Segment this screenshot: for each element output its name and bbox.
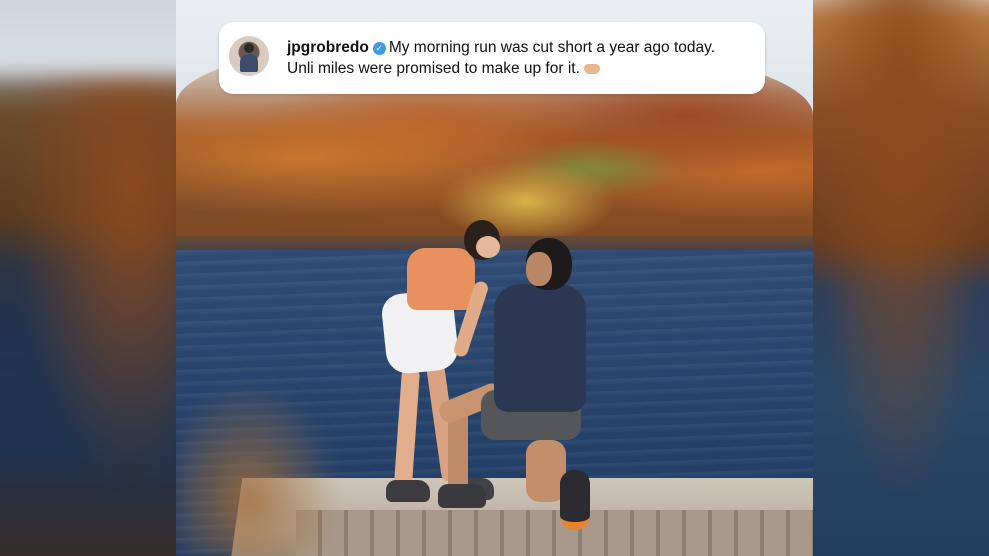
woman-shirt	[407, 248, 475, 310]
dock-planks	[296, 510, 813, 556]
woman-face	[476, 236, 500, 258]
verified-badge-icon: ✓	[372, 42, 386, 55]
instagram-caption-card: jpgrobredo ✓ My morning run was cut short …	[219, 22, 765, 94]
man-shoe	[560, 470, 590, 530]
caption-line-1: My morning run was cut short a year ago …	[388, 39, 716, 56]
foreground-foliage	[176, 360, 356, 556]
avatar-body	[240, 54, 258, 72]
avatar-head	[244, 43, 254, 53]
blurred-background-right	[813, 0, 989, 556]
username-link[interactable]: jpgrobredo	[287, 39, 369, 56]
man-jacket	[494, 284, 586, 412]
caption-line-2: Unli miles were promised to make up for …	[287, 60, 580, 77]
avatar[interactable]	[229, 36, 269, 76]
man-shoe	[438, 484, 486, 508]
handshake-icon	[583, 64, 600, 74]
blurred-background-left	[0, 0, 176, 556]
man-face	[526, 252, 552, 286]
woman-shoe	[386, 480, 430, 502]
caption-text: jpgrobredo ✓ My morning run was cut short …	[287, 37, 757, 79]
